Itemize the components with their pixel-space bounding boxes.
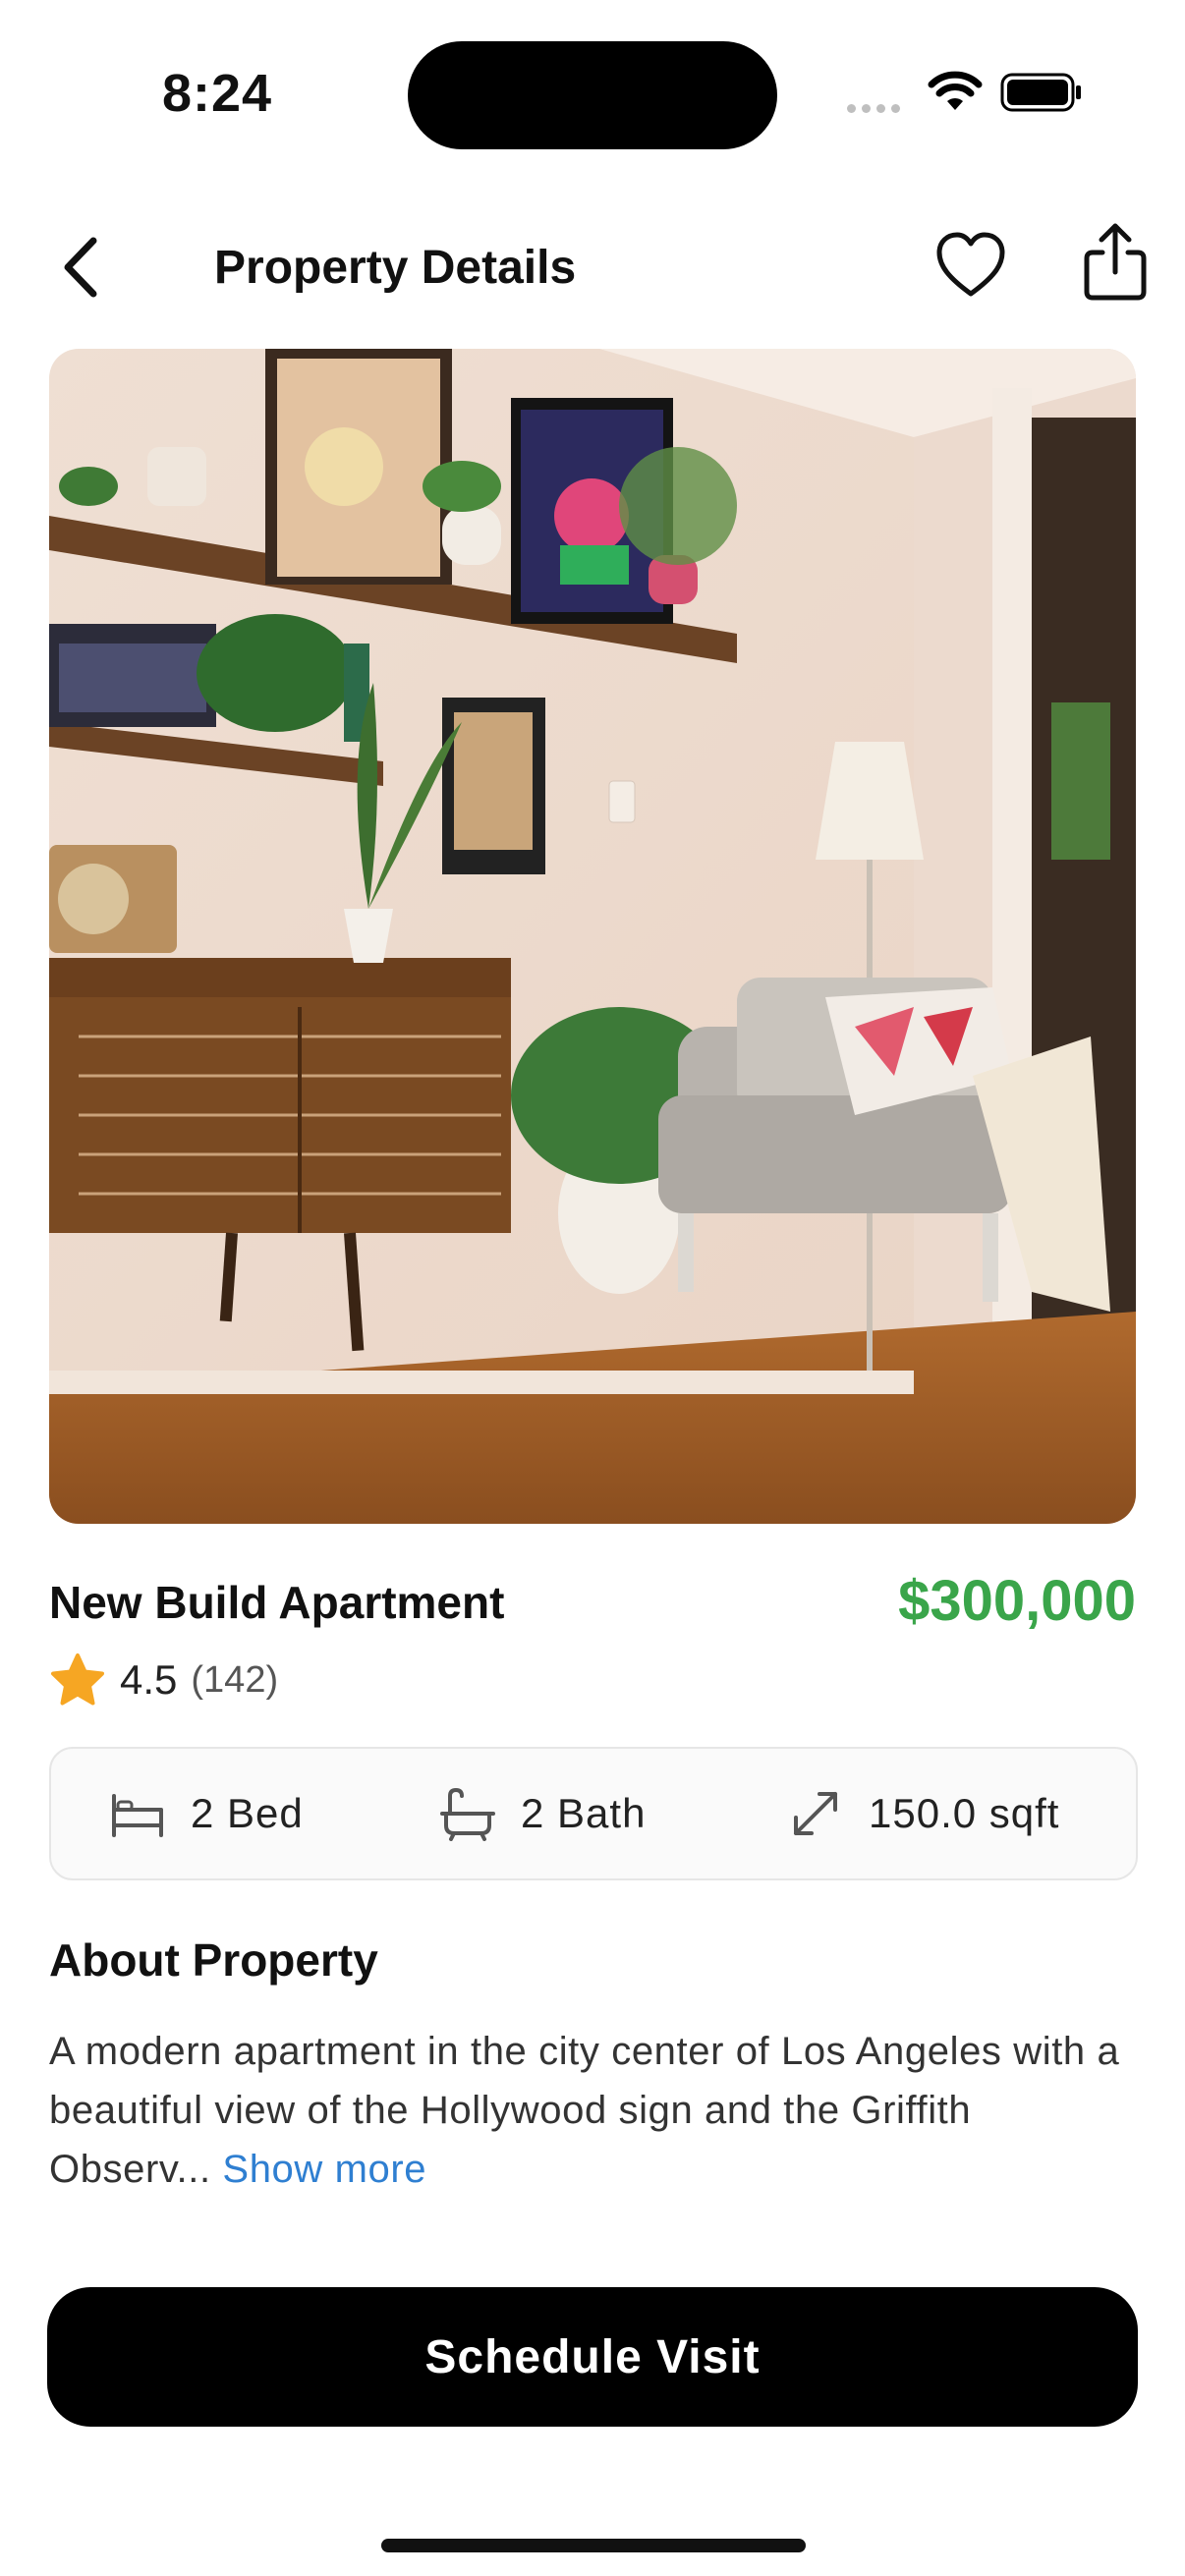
feature-baths-label: 2 Bath xyxy=(521,1790,647,1836)
feature-beds-label: 2 Bed xyxy=(191,1790,304,1836)
feature-baths: 2 Bath xyxy=(438,1749,646,1878)
rating-value: 4.5 xyxy=(120,1656,178,1703)
feature-beds: 2 Bed xyxy=(108,1749,304,1878)
header: Property Details xyxy=(0,221,1185,309)
star-icon xyxy=(51,1653,104,1706)
home-indicator[interactable] xyxy=(381,2539,806,2552)
share-button[interactable] xyxy=(1081,221,1150,302)
listing-title: New Build Apartment xyxy=(49,1577,505,1628)
bed-icon xyxy=(112,1794,163,1837)
status-icons xyxy=(847,69,1083,118)
rating-row: 4.5 (142) xyxy=(49,1651,278,1709)
status-time: 8:24 xyxy=(162,64,273,123)
show-more-link[interactable]: Show more xyxy=(222,2148,426,2191)
property-photo[interactable] xyxy=(49,349,1136,1524)
about-description-text: A modern apartment in the city center of… xyxy=(49,2030,1120,2191)
signal-icon xyxy=(847,100,906,118)
chevron-left-icon xyxy=(64,237,97,298)
page-title: Property Details xyxy=(214,242,577,294)
wifi-icon xyxy=(928,71,983,110)
expand-icon xyxy=(794,1792,837,1835)
about-description: A modern apartment in the city center of… xyxy=(49,2022,1140,2199)
property-details-screen: 8:24 Property Details New Build Apartmen… xyxy=(0,0,1185,2576)
bath-icon xyxy=(440,1787,495,1841)
back-button[interactable] xyxy=(54,235,113,300)
schedule-visit-button[interactable]: Schedule Visit xyxy=(47,2287,1138,2427)
review-count: (142) xyxy=(191,1658,279,1701)
share-icon xyxy=(1084,223,1147,301)
feature-area-label: 150.0 sqft xyxy=(869,1790,1060,1836)
listing-price: $300,000 xyxy=(898,1569,1136,1633)
feature-area: 150.0 sqft xyxy=(786,1749,1059,1878)
battery-icon xyxy=(1000,73,1081,112)
dynamic-island xyxy=(408,41,777,149)
features-box: 2 Bed 2 Bath 150.0 sqft xyxy=(49,1747,1138,1880)
favorite-button[interactable] xyxy=(935,231,1006,300)
about-title: About Property xyxy=(49,1934,378,1986)
heart-icon xyxy=(936,232,1005,297)
